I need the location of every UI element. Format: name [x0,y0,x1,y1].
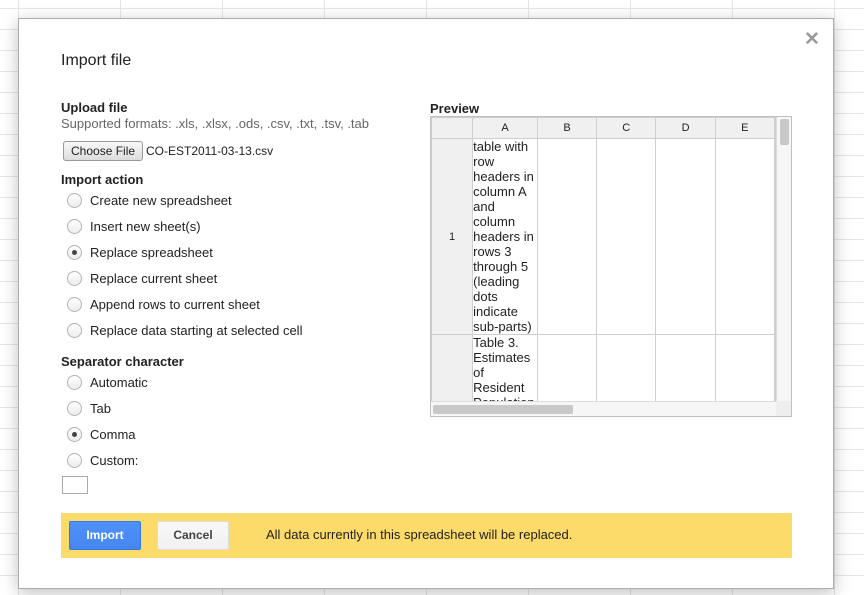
import-action-option-label: Create new spreadsheet [90,192,232,208]
separator-option[interactable]: Comma [67,425,136,443]
separator-option-label: Automatic [90,374,148,390]
import-action-option[interactable]: Replace spreadsheet [67,243,213,261]
import-action-option[interactable]: Replace data starting at selected cell [67,321,302,339]
import-action-radio[interactable] [67,218,82,234]
row-header: 1 [431,138,474,335]
upload-file-heading: Upload file [61,100,128,115]
import-action-option[interactable]: Create new spreadsheet [67,191,232,209]
preview-pane: ABCDE 1 table with row headers in column … [430,116,792,417]
choose-file-button[interactable]: Choose File [63,141,144,161]
import-action-radio[interactable] [67,296,82,312]
preview-cell [596,334,657,401]
preview-cell: Table 3. Estimates of Resident Populatio… [472,334,538,401]
import-action-option-label: Replace data starting at selected cell [90,322,303,338]
separator-option-label: Tab [90,400,111,416]
vertical-scrollbar[interactable] [776,117,791,401]
separator-radio[interactable] [67,400,82,416]
replace-warning: All data currently in this spreadsheet w… [266,527,573,542]
preview-cell [655,334,716,401]
import-action-option-label: Replace current sheet [90,270,218,286]
column-header: E [714,117,776,139]
custom-separator-input[interactable] [62,476,88,494]
preview-cell [655,138,716,335]
cancel-button[interactable]: Cancel [157,521,229,550]
dialog-title: Import file [61,52,132,69]
separator-radio[interactable] [67,426,82,442]
selected-filename: CO-EST2011-03-13.csv [146,144,274,158]
preview-cell [536,334,598,401]
close-icon[interactable]: ✕ [804,30,820,49]
separator-radio[interactable] [67,374,82,390]
preview-cell [714,138,776,335]
separator-option-label: Custom: [90,452,139,468]
import-action-option[interactable]: Replace current sheet [67,269,217,287]
column-header: C [596,117,657,139]
horizontal-scrollbar[interactable] [431,401,776,416]
import-file-dialog: ✕ Import file Upload file Supported form… [18,18,834,589]
import-action-heading: Import action [61,172,144,187]
horizontal-scroll-thumb[interactable] [433,405,573,414]
import-action-option[interactable]: Append rows to current sheet [67,295,260,313]
column-header: A [472,117,538,139]
import-action-radio[interactable] [67,270,82,286]
import-button[interactable]: Import [69,521,141,550]
vertical-scroll-thumb[interactable] [780,119,789,145]
import-action-option[interactable]: Insert new sheet(s) [67,217,201,235]
separator-option[interactable]: Tab [67,399,111,417]
preview-cell: table with row headers in column A and c… [472,138,538,335]
supported-formats-text: Supported formats: .xls, .xlsx, .ods, .c… [61,116,370,131]
scrollbar-corner [776,401,791,416]
import-action-option-label: Insert new sheet(s) [90,218,201,234]
preview-cell [714,334,776,401]
import-action-radio[interactable] [67,192,82,208]
preview-heading: Preview [430,101,480,116]
import-action-radio[interactable] [67,322,82,338]
select-all-corner[interactable] [431,117,474,139]
separator-option[interactable]: Automatic [67,373,148,391]
row-header [431,334,474,401]
import-action-radio[interactable] [67,244,82,260]
preview-grid: ABCDE 1 table with row headers in column … [431,117,776,401]
separator-radio[interactable] [67,452,82,468]
preview-row: Table 3. Estimates of Resident Populatio… [431,334,776,401]
column-header: D [655,117,716,139]
preview-table: ABCDE 1 table with row headers in column … [431,117,776,401]
import-action-option-label: Append rows to current sheet [90,296,260,312]
preview-cell [596,138,657,335]
preview-row: 1 table with row headers in column A and … [431,138,776,335]
separator-option-label: Comma [90,426,136,442]
column-header: B [536,117,598,139]
preview-cell [536,138,598,335]
import-action-option-label: Replace spreadsheet [90,244,213,260]
footer-bar: Import Cancel All data currently in this… [61,513,792,558]
separator-option[interactable]: Custom: [67,451,138,469]
separator-character-heading: Separator character [61,354,184,369]
